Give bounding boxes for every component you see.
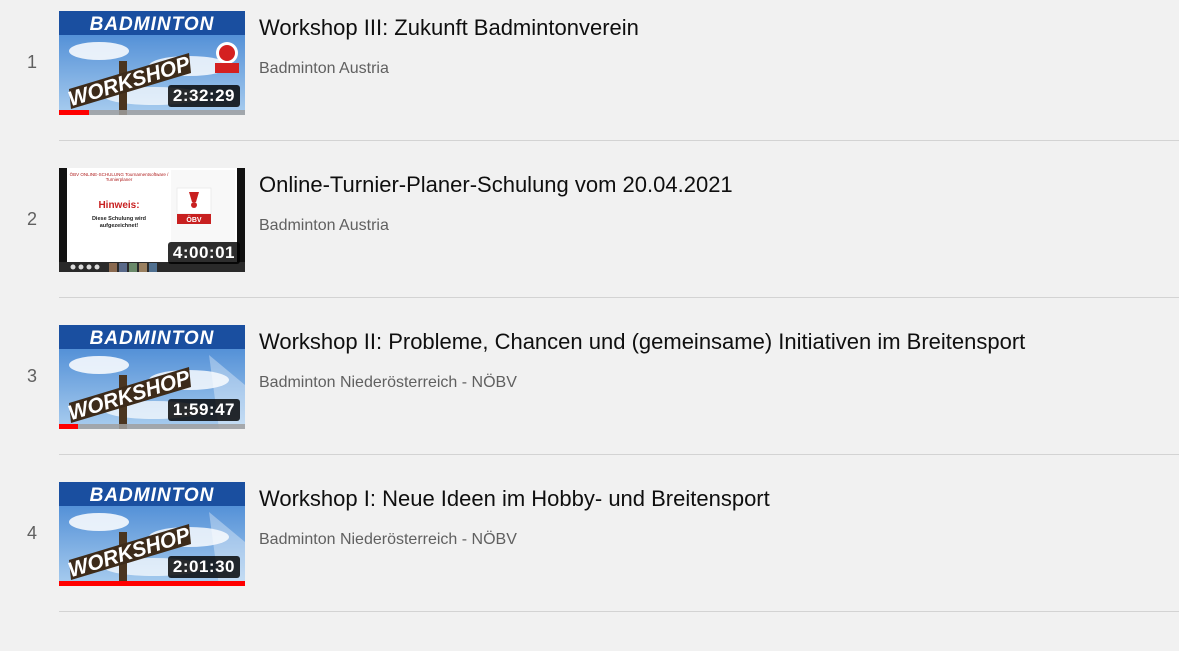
video-title[interactable]: Online-Turnier-Planer-Schulung vom 20.04… [259,172,733,198]
channel-name[interactable]: Badminton Austria [259,60,389,78]
divider [59,140,1179,141]
thumb-banner-text: BADMINTON [90,328,215,349]
slide-hint-body: Diese Schulung wird aufgezeichnet! [91,216,147,229]
obv-logo-text: ÖBV [186,215,202,224]
video-thumbnail[interactable]: BADMINTON WORKSHOP 2:01:30 [59,482,245,586]
thumb-banner-text: BADMINTON [90,14,215,35]
channel-name[interactable]: Badminton Niederösterreich - NÖBV [259,374,517,392]
slide-hint-title: Hinweis: [98,200,139,211]
video-thumbnail[interactable]: ÖBV ONLINE-SCHULUNG Tournamentsoftware /… [59,168,245,272]
watch-progress-bar [59,110,245,115]
playlist-item[interactable]: 3 BADMINTON WORKSHOP 1:59:47 Workshop II… [0,314,1179,471]
video-duration: 2:32:29 [167,85,240,107]
playlist-item[interactable]: 1 BADMINTON WORKSHOP 2:32:29 Workshop II… [0,0,1179,157]
video-duration: 2:01:30 [167,556,240,578]
item-index: 4 [26,523,37,543]
watch-progress-fill [59,424,78,429]
channel-name[interactable]: Badminton Niederösterreich - NÖBV [259,531,517,549]
item-index: 1 [26,52,37,72]
video-title[interactable]: Workshop III: Zukunft Badmintonverein [259,15,639,41]
item-index: 2 [26,209,37,229]
slide-heading: ÖBV ONLINE-SCHULUNG Tournamentsoftware /… [69,172,169,182]
playlist-item[interactable]: 4 BADMINTON WORKSHOP 2:01:30 Workshop I:… [0,471,1179,628]
divider [59,611,1179,612]
video-duration: 1:59:47 [167,399,240,421]
divider [59,454,1179,455]
channel-name[interactable]: Badminton Austria [259,217,389,235]
divider [59,297,1179,298]
video-thumbnail[interactable]: BADMINTON WORKSHOP 1:59:47 [59,325,245,429]
watch-progress-bar [59,424,245,429]
item-index: 3 [26,366,37,386]
video-title[interactable]: Workshop II: Probleme, Chancen und (geme… [259,329,1025,355]
video-duration: 4:00:01 [167,242,240,264]
video-thumbnail[interactable]: BADMINTON WORKSHOP 2:32:29 [59,11,245,115]
watch-progress-bar [59,581,245,586]
watch-progress-fill [59,581,245,586]
thumb-banner-text: BADMINTON [90,485,215,506]
video-title[interactable]: Workshop I: Neue Ideen im Hobby- und Bre… [259,486,770,512]
playlist-panel: 1 BADMINTON WORKSHOP 2:32:29 Workshop II… [0,0,1179,651]
watch-progress-fill [59,110,89,115]
playlist-item[interactable]: 2 ÖBV ONLINE-SCHULUNG Tournamentsoftware… [0,157,1179,314]
